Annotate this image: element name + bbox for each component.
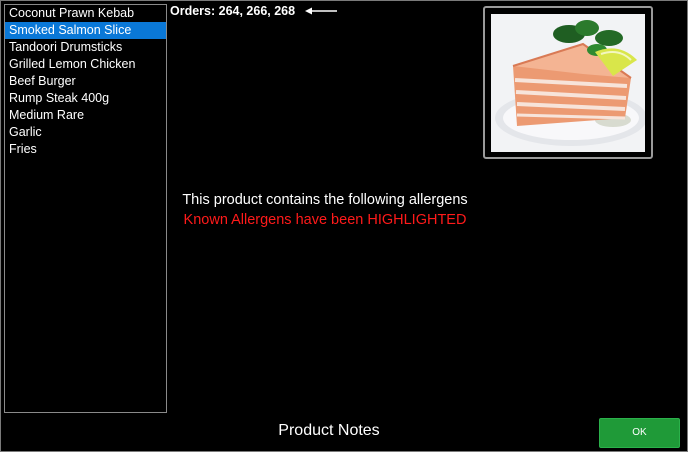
product-list-item[interactable]: Garlic xyxy=(5,124,166,141)
product-list-item[interactable]: Grilled Lemon Chicken xyxy=(5,56,166,73)
allergen-highlight-note: Known Allergens have been HIGHLIGHTED xyxy=(183,212,467,228)
product-image-frame xyxy=(483,6,653,159)
allergen-title: This product contains the following alle… xyxy=(182,192,468,208)
product-notes-label[interactable]: Product Notes xyxy=(167,422,491,440)
left-arrow-icon xyxy=(305,7,338,15)
smoked-salmon-slice-image xyxy=(491,14,645,152)
product-list-item-selected[interactable]: Smoked Salmon Slice xyxy=(5,22,166,39)
orders-header: Orders: 264, 266, 268 xyxy=(170,4,338,18)
product-list-item[interactable]: Tandoori Drumsticks xyxy=(5,39,166,56)
product-list[interactable]: Coconut Prawn Kebab Smoked Salmon Slice … xyxy=(4,4,167,413)
product-list-item[interactable]: Rump Steak 400g xyxy=(5,90,166,107)
product-list-item[interactable]: Medium Rare xyxy=(5,107,166,124)
product-list-item[interactable]: Beef Burger xyxy=(5,73,166,90)
ok-button[interactable]: OK xyxy=(599,418,680,448)
product-image xyxy=(491,14,645,152)
orders-label: Orders: 264, 266, 268 xyxy=(170,4,296,18)
product-list-item[interactable]: Fries xyxy=(5,141,166,158)
allergen-dialog: Coconut Prawn Kebab Smoked Salmon Slice … xyxy=(0,0,688,452)
product-list-item[interactable]: Coconut Prawn Kebab xyxy=(5,5,166,22)
